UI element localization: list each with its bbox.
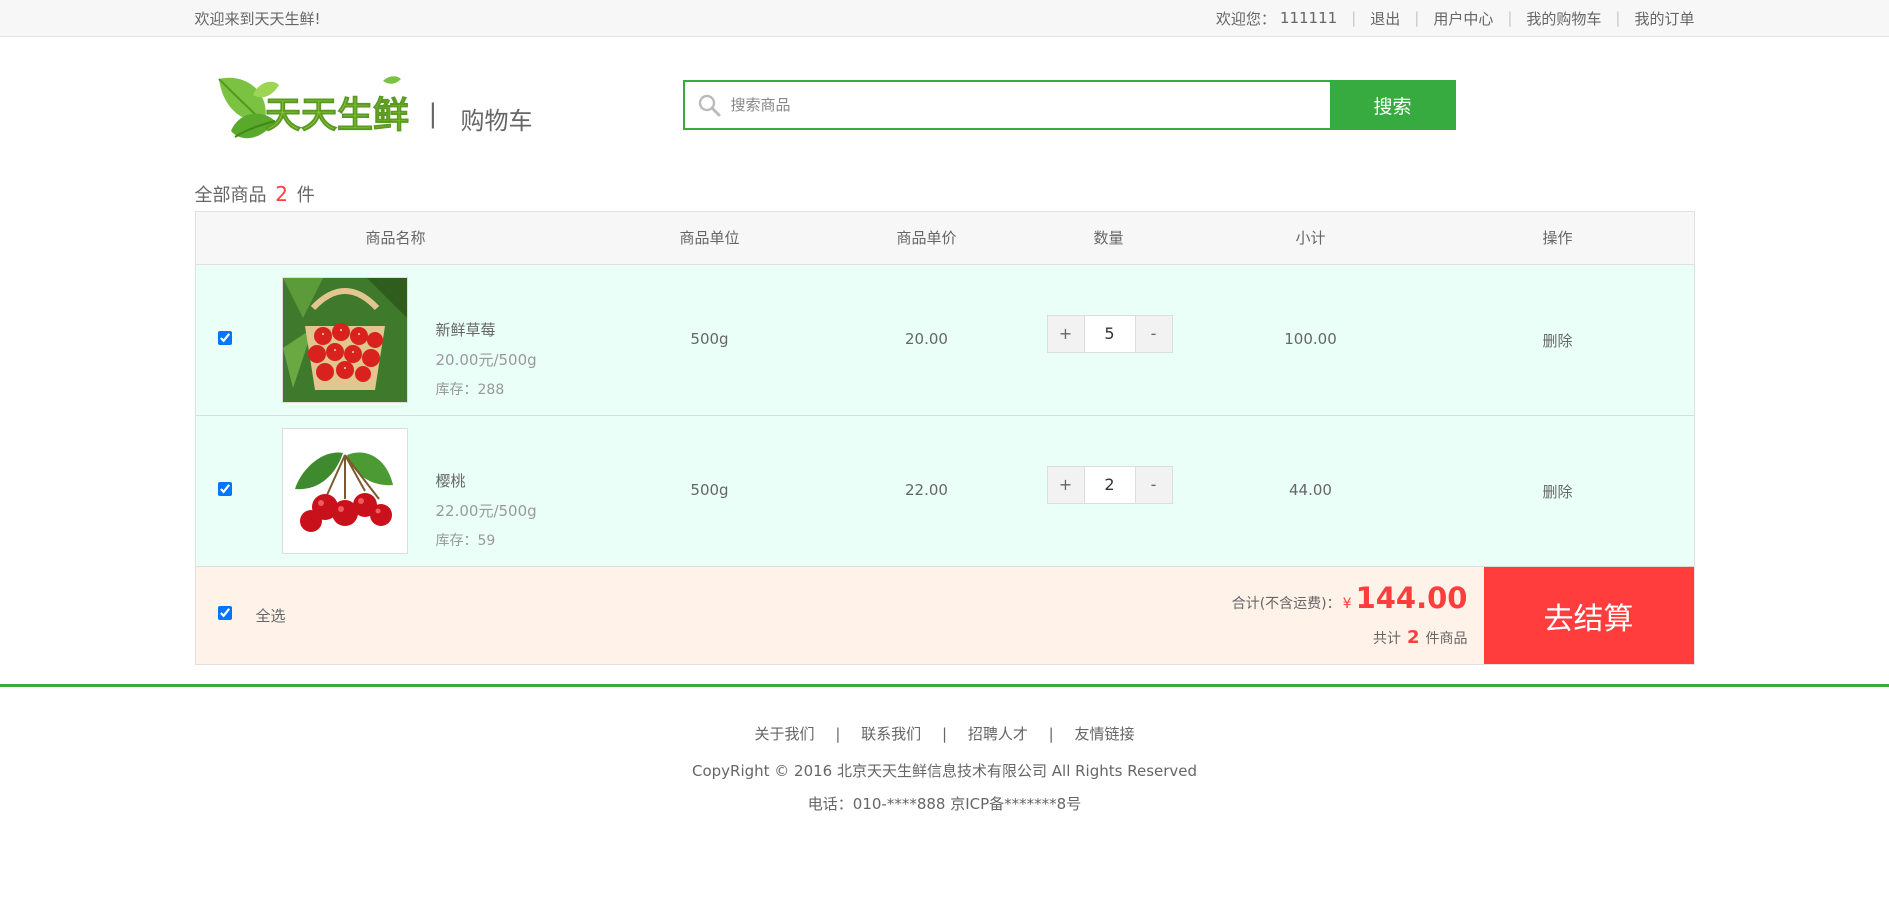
search-input[interactable] <box>728 95 1293 115</box>
footer-separator: | <box>1048 725 1054 743</box>
delete-link[interactable]: 删除 <box>1478 481 1638 502</box>
footer-link-contact[interactable]: 联系我们 <box>861 725 921 743</box>
my-cart-link[interactable]: 我的购物车 <box>1526 8 1601 29</box>
product-info: 樱桃 22.00元/500g 库存：59 <box>436 466 537 556</box>
top-separator: | <box>1507 9 1513 27</box>
quantity-stepper: + 5 - <box>1046 315 1173 353</box>
checkout-button[interactable]: 去结算 <box>1483 567 1694 664</box>
cherry-image <box>282 429 407 553</box>
delete-link[interactable]: 删除 <box>1478 330 1638 351</box>
footer-link-friends[interactable]: 友情链接 <box>1074 725 1134 743</box>
select-all-checkbox[interactable] <box>217 606 232 620</box>
page-title: 购物车 <box>460 107 533 135</box>
table-row: 樱桃 22.00元/500g 库存：59 500g 22.00 + 2 - 44… <box>195 416 1694 567</box>
top-bar: 欢迎来到天天生鲜! 欢迎您： 111111 | 退出 | 用户中心 | 我的购物… <box>0 0 1889 37</box>
table-row: 新鲜草莓 20.00元/500g 库存：288 500g 20.00 + 5 -… <box>195 265 1694 416</box>
qty-input[interactable]: 2 <box>1083 467 1136 503</box>
search-button[interactable]: 搜索 <box>1329 80 1456 130</box>
cart-count-suffix: 件 <box>296 185 315 206</box>
header-action: 操作 <box>1542 229 1573 247</box>
cart-count: 全部商品 2 件 <box>195 177 1695 211</box>
top-separator: | <box>1414 9 1420 27</box>
item-checkbox[interactable] <box>217 331 232 345</box>
footer-links: 关于我们 | 联系我们 | 招聘人才 | 友情链接 <box>0 723 1889 744</box>
header-separator: | <box>428 99 438 129</box>
product-image-cherry[interactable] <box>281 428 408 554</box>
product-stock: 库存：288 <box>435 382 505 398</box>
qty-plus-button[interactable]: + <box>1047 467 1084 503</box>
user-center-link[interactable]: 用户中心 <box>1433 8 1493 29</box>
item-count: 2 <box>1406 627 1420 648</box>
header-price: 商品单价 <box>896 229 957 247</box>
copyright: CopyRight © 2016 北京天天生鲜信息技术有限公司 All Righ… <box>691 762 1198 780</box>
quantity-stepper: + 2 - <box>1046 466 1173 504</box>
search-box <box>682 80 1330 130</box>
footer-link-jobs[interactable]: 招聘人才 <box>968 725 1028 743</box>
settle-bar: 全选 合计(不含运费)： ¥ 144.00 共计 2 件商品 去结算 <box>195 567 1694 664</box>
header-subtotal: 小计 <box>1295 229 1326 247</box>
logo[interactable]: 天天生鲜 <box>213 71 413 155</box>
count-suffix: 件商品 <box>1425 631 1468 647</box>
header: 天天生鲜 | 购物车 搜索 <box>0 37 1889 177</box>
count-prefix: 共计 <box>1372 631 1401 647</box>
strawberry-image <box>282 278 407 402</box>
user-greeting-label: 欢迎您： <box>1215 9 1276 28</box>
product-price-unit: 22.00元/500g <box>435 502 537 520</box>
search-bar: 搜索 <box>682 80 1456 130</box>
product-name[interactable]: 新鲜草莓 <box>436 315 537 345</box>
product-info: 新鲜草莓 20.00元/500g 库存：288 <box>436 315 537 405</box>
count-line: 共计 2 件商品 <box>1373 627 1468 648</box>
product-price: 20.00 <box>905 330 948 348</box>
table-header: 商品名称 商品单位 商品单价 数量 小计 操作 <box>195 212 1694 265</box>
qty-minus-button[interactable]: - <box>1135 467 1172 503</box>
top-separator: | <box>1351 9 1357 27</box>
footer: 关于我们 | 联系我们 | 招聘人才 | 友情链接 CopyRight © 20… <box>0 684 1889 814</box>
product-name[interactable]: 樱桃 <box>436 466 537 496</box>
cart-table: 商品名称 商品单位 商品单价 数量 小计 操作 新鲜草莓 20.00元/500g… <box>194 211 1695 665</box>
svg-text:天天生鲜: 天天生鲜 <box>265 95 409 136</box>
qty-plus-button[interactable]: + <box>1047 316 1084 352</box>
qty-minus-button[interactable]: - <box>1135 316 1172 352</box>
footer-link-about[interactable]: 关于我们 <box>755 725 815 743</box>
user-name: 111111 <box>1279 9 1338 27</box>
my-orders-link[interactable]: 我的订单 <box>1634 8 1694 29</box>
header-product-name: 商品名称 <box>365 229 426 247</box>
footer-separator: | <box>941 725 948 743</box>
welcome-text: 欢迎来到天天生鲜! <box>194 9 321 28</box>
header-quantity: 数量 <box>1093 229 1124 247</box>
contact-phone: 电话：010-****888 京ICP备*******8号 <box>807 795 1082 813</box>
total-amount: 144.00 <box>1355 581 1468 615</box>
item-checkbox[interactable] <box>217 482 232 496</box>
qty-input[interactable]: 5 <box>1083 316 1136 352</box>
cart-section: 全部商品 2 件 商品名称 商品单位 商品单价 数量 小计 操作 新鲜草莓 20… <box>194 177 1695 665</box>
currency-symbol: ¥ <box>1342 596 1352 612</box>
cart-count-number: 2 <box>275 182 288 206</box>
product-subtotal: 44.00 <box>1289 481 1332 499</box>
product-price: 22.00 <box>905 481 948 499</box>
top-separator: | <box>1615 9 1621 27</box>
product-unit: 500g <box>690 481 729 499</box>
total-line: 合计(不含运费)： ¥ 144.00 <box>1232 581 1468 615</box>
product-image-strawberry[interactable] <box>281 277 408 403</box>
top-links: 欢迎您： 111111 | 退出 | 用户中心 | 我的购物车 | 我的订单 <box>1216 8 1695 29</box>
total-label: 合计(不含运费)： <box>1231 596 1341 612</box>
logout-link[interactable]: 退出 <box>1370 8 1400 29</box>
product-price-unit: 20.00元/500g <box>435 351 537 369</box>
product-subtotal: 100.00 <box>1284 330 1337 348</box>
select-all-label[interactable]: 全选 <box>256 605 286 626</box>
footer-separator: | <box>835 725 841 743</box>
search-icon <box>698 94 720 117</box>
leaf-logo-icon: 天天生鲜 <box>217 76 409 139</box>
product-stock: 库存：59 <box>435 533 496 549</box>
cart-count-prefix: 全部商品 <box>194 185 267 206</box>
header-unit: 商品单位 <box>679 229 740 247</box>
product-unit: 500g <box>690 330 729 348</box>
